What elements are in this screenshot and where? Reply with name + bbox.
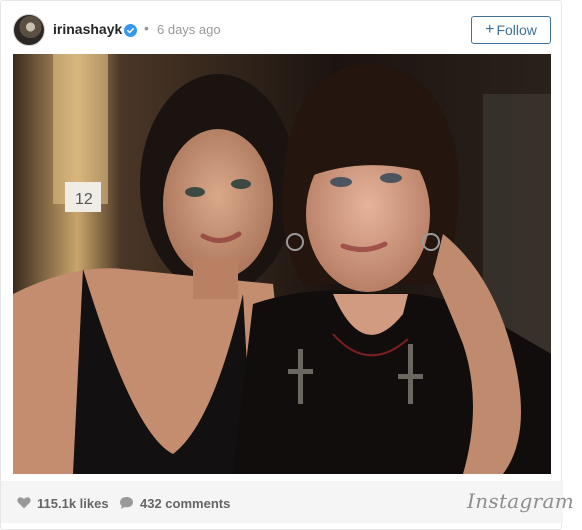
post-photo[interactable]: 12 <box>13 54 551 474</box>
instagram-logo[interactable]: Instagram <box>467 489 574 513</box>
comment-bubble-icon[interactable] <box>119 496 134 510</box>
heart-icon[interactable] <box>17 496 31 509</box>
instagram-embed-card: irinashayk • 6 days ago + Follow 12 115.… <box>0 0 574 530</box>
post-timestamp[interactable]: 6 days ago <box>157 22 221 37</box>
photo-of-two-women: 12 <box>13 54 551 474</box>
plus-icon: + <box>485 21 495 38</box>
post-header: irinashayk • 6 days ago + Follow <box>1 1 563 53</box>
svg-text:12: 12 <box>75 191 93 208</box>
profile-avatar[interactable] <box>13 14 45 46</box>
verified-badge-icon <box>124 24 137 37</box>
username-link[interactable]: irinashayk <box>53 21 122 37</box>
likes-count[interactable]: 115.1k likes <box>37 496 109 511</box>
separator-dot: • <box>144 20 149 36</box>
follow-label: Follow <box>496 22 537 38</box>
follow-button[interactable]: + Follow <box>471 16 551 44</box>
comments-count[interactable]: 432 comments <box>140 496 230 511</box>
post-footer: 115.1k likes 432 comments Instagram <box>1 481 574 523</box>
